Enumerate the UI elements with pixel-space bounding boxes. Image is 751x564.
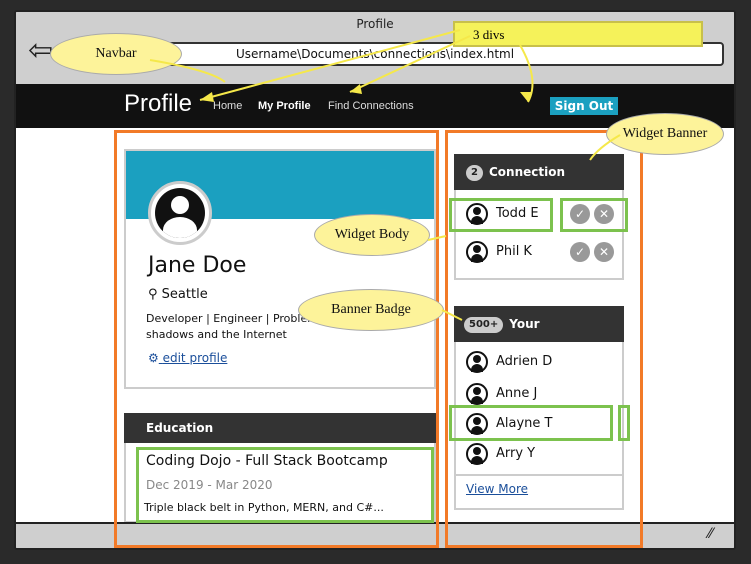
annotation-arrows [149,29,621,321]
